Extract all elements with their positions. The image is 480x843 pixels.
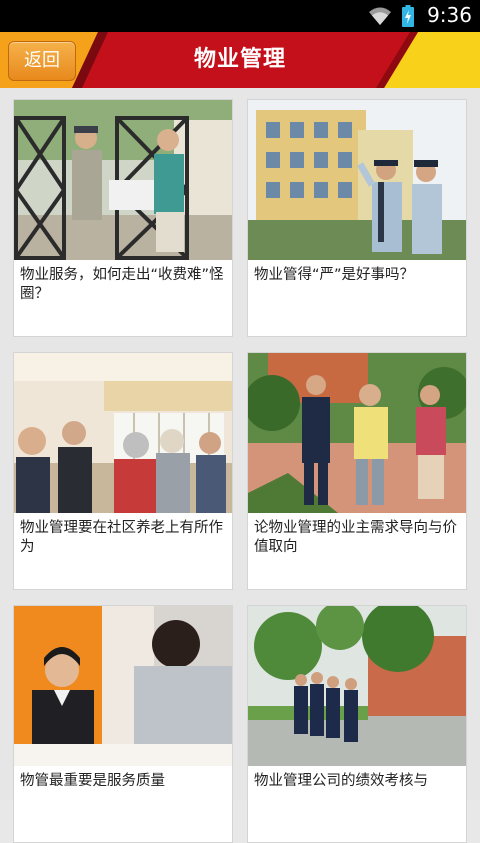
article-card[interactable]: 物业服务，如何走出“收费难”怪圈？ [13,99,233,337]
article-thumbnail [14,606,232,766]
app-header: 返回 物业管理 [0,32,480,88]
article-thumbnail [14,100,232,260]
article-title: 论物业管理的业主需求导向与价值取向 [254,520,457,555]
article-title: 物业服务，如何走出“收费难”怪圈？ [20,267,224,302]
wifi-icon [369,7,391,25]
article-thumbnail [248,100,466,260]
article-thumbnail [248,353,466,513]
article-grid: 物业服务，如何走出“收费难”怪圈？ 物业管得“严”是好事吗？ 物业管理要在社区养… [0,88,480,843]
article-card[interactable]: 物业管得“严”是好事吗？ [247,99,467,337]
article-card[interactable]: 物管最重要是服务质量 [13,605,233,843]
article-title: 物业管理要在社区养老上有所作为 [20,520,223,555]
clock: 9:36 [427,3,472,27]
article-title: 物业管得“严”是好事吗？ [254,267,415,283]
status-bar: 9:36 [0,0,480,32]
article-card[interactable]: 物业管理公司的绩效考核与 [247,605,467,843]
article-thumbnail [14,353,232,513]
article-card[interactable]: 物业管理要在社区养老上有所作为 [13,352,233,590]
article-title: 物业管理公司的绩效考核与 [254,773,428,789]
back-button[interactable]: 返回 [8,41,76,81]
article-title: 物管最重要是服务质量 [20,773,165,789]
battery-charging-icon [402,5,414,27]
article-card[interactable]: 论物业管理的业主需求导向与价值取向 [247,352,467,590]
article-thumbnail [248,606,466,766]
